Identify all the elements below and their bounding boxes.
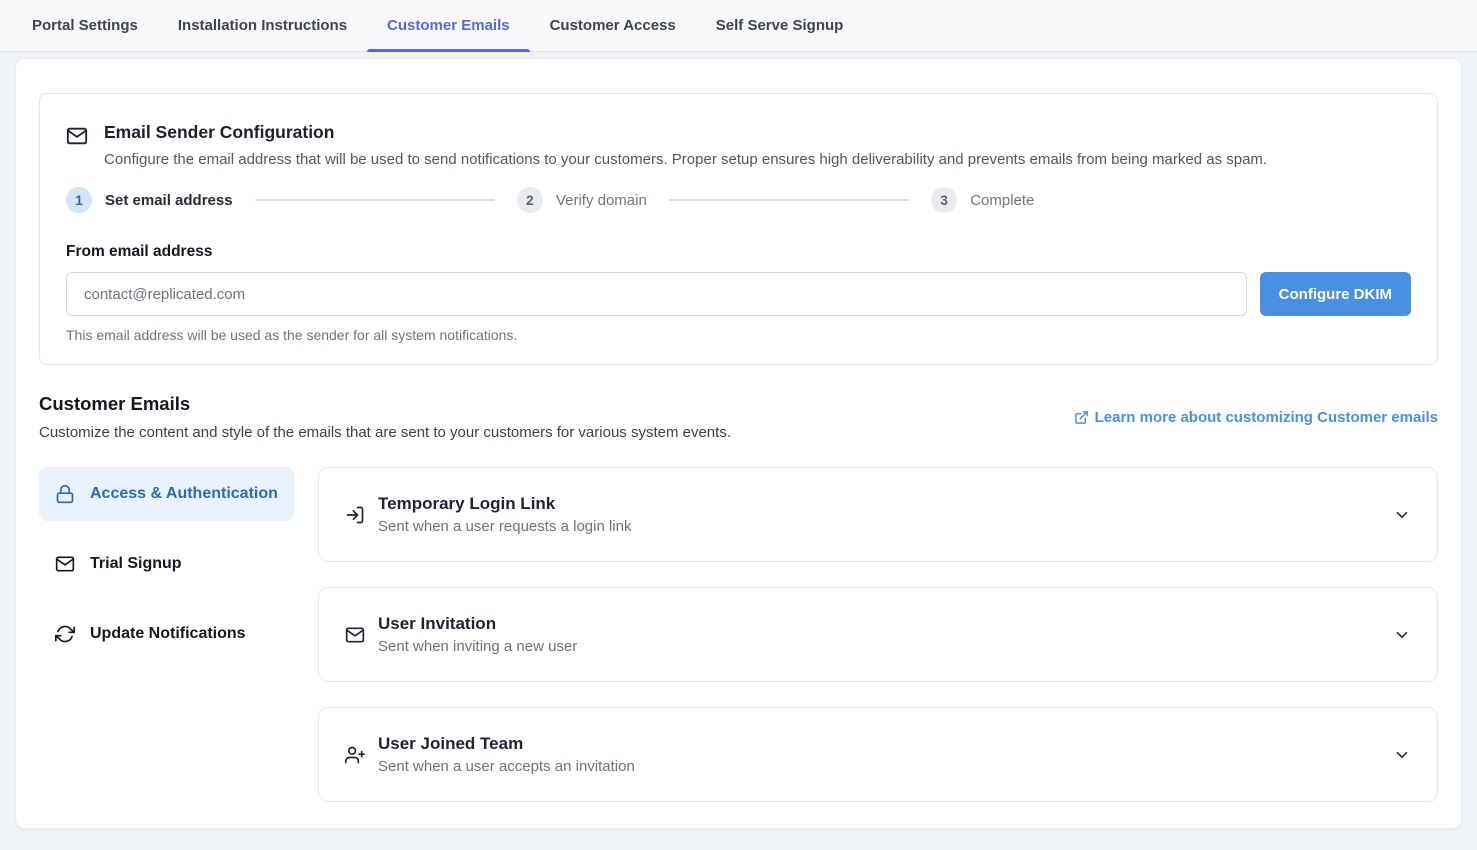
customer-emails-content: Access & Authentication Trial Signup Upd… bbox=[39, 467, 1438, 802]
step-complete: 3 Complete bbox=[931, 187, 1034, 213]
user-plus-icon bbox=[345, 745, 365, 765]
from-email-label: From email address bbox=[66, 243, 1411, 261]
step-3-circle: 3 bbox=[931, 187, 957, 213]
chevron-down-icon[interactable] bbox=[1393, 506, 1411, 524]
sidebar-item-trial-signup[interactable]: Trial Signup bbox=[39, 537, 294, 591]
email-template-list: Temporary Login Link Sent when a user re… bbox=[318, 467, 1438, 802]
template-description: Sent when inviting a new user bbox=[378, 638, 1380, 655]
chevron-down-icon[interactable] bbox=[1393, 746, 1411, 764]
template-title: Temporary Login Link bbox=[378, 494, 1380, 514]
template-card-text: User Invitation Sent when inviting a new… bbox=[378, 614, 1380, 655]
template-card-text: User Joined Team Sent when a user accept… bbox=[378, 734, 1380, 775]
from-email-helper-text: This email address will be used as the s… bbox=[66, 327, 1411, 343]
sender-card-header: Email Sender Configuration Configure the… bbox=[66, 122, 1411, 168]
sidebar-item-label: Access & Authentication bbox=[90, 482, 278, 506]
step-2-circle: 2 bbox=[517, 187, 543, 213]
page-background: Email Sender Configuration Configure the… bbox=[0, 52, 1477, 850]
template-title: User Invitation bbox=[378, 614, 1380, 634]
stepper-connector bbox=[255, 199, 495, 201]
email-sender-configuration-card: Email Sender Configuration Configure the… bbox=[39, 93, 1438, 365]
tab-bar: Portal Settings Installation Instruction… bbox=[0, 0, 1477, 52]
step-verify-domain: 2 Verify domain bbox=[517, 187, 647, 213]
refresh-icon bbox=[55, 624, 75, 644]
log-in-icon bbox=[345, 505, 365, 525]
template-card-user-invitation[interactable]: User Invitation Sent when inviting a new… bbox=[318, 587, 1438, 682]
chevron-down-icon[interactable] bbox=[1393, 626, 1411, 644]
step-set-email-address: 1 Set email address bbox=[66, 187, 233, 213]
template-card-user-joined-team[interactable]: User Joined Team Sent when a user accept… bbox=[318, 707, 1438, 802]
email-category-sidebar: Access & Authentication Trial Signup Upd… bbox=[39, 467, 294, 802]
step-2-label: Verify domain bbox=[556, 192, 647, 209]
customer-emails-header: Customer Emails Customize the content an… bbox=[39, 393, 1438, 441]
sidebar-item-update-notifications[interactable]: Update Notifications bbox=[39, 607, 294, 661]
template-description: Sent when a user requests a login link bbox=[378, 518, 1380, 535]
mail-icon bbox=[345, 625, 365, 645]
tab-customer-emails[interactable]: Customer Emails bbox=[367, 0, 530, 51]
sender-card-description: Configure the email address that will be… bbox=[104, 151, 1267, 168]
from-email-input[interactable] bbox=[66, 272, 1247, 316]
sidebar-item-access-authentication[interactable]: Access & Authentication bbox=[39, 467, 294, 521]
sender-card-text: Email Sender Configuration Configure the… bbox=[104, 122, 1267, 168]
tab-self-serve-signup[interactable]: Self Serve Signup bbox=[696, 0, 864, 51]
learn-more-link[interactable]: Learn more about customizing Customer em… bbox=[1074, 409, 1438, 426]
template-card-temporary-login-link[interactable]: Temporary Login Link Sent when a user re… bbox=[318, 467, 1438, 562]
lock-icon bbox=[55, 484, 75, 504]
external-link-icon bbox=[1074, 409, 1089, 425]
customer-emails-header-text: Customer Emails Customize the content an… bbox=[39, 393, 731, 441]
sidebar-item-label: Trial Signup bbox=[90, 552, 182, 576]
tab-portal-settings[interactable]: Portal Settings bbox=[12, 0, 158, 51]
step-1-circle: 1 bbox=[66, 187, 92, 213]
main-panel: Email Sender Configuration Configure the… bbox=[15, 58, 1462, 829]
customer-emails-title: Customer Emails bbox=[39, 393, 731, 415]
template-card-text: Temporary Login Link Sent when a user re… bbox=[378, 494, 1380, 535]
template-title: User Joined Team bbox=[378, 734, 1380, 754]
configure-dkim-button[interactable]: Configure DKIM bbox=[1260, 272, 1411, 316]
tab-installation-instructions[interactable]: Installation Instructions bbox=[158, 0, 367, 51]
template-description: Sent when a user accepts an invitation bbox=[378, 758, 1380, 775]
setup-stepper: 1 Set email address 2 Verify domain 3 Co… bbox=[66, 187, 1034, 213]
learn-more-label: Learn more about customizing Customer em… bbox=[1095, 409, 1438, 426]
tab-customer-access[interactable]: Customer Access bbox=[530, 0, 696, 51]
sidebar-item-label: Update Notifications bbox=[90, 622, 246, 646]
sender-card-title: Email Sender Configuration bbox=[104, 122, 1267, 143]
stepper-connector bbox=[669, 199, 909, 201]
mail-icon bbox=[66, 125, 88, 168]
step-3-label: Complete bbox=[970, 192, 1034, 209]
customer-emails-description: Customize the content and style of the e… bbox=[39, 424, 731, 441]
from-email-row: Configure DKIM bbox=[66, 272, 1411, 316]
mail-icon bbox=[55, 554, 75, 574]
step-1-label: Set email address bbox=[105, 192, 233, 209]
